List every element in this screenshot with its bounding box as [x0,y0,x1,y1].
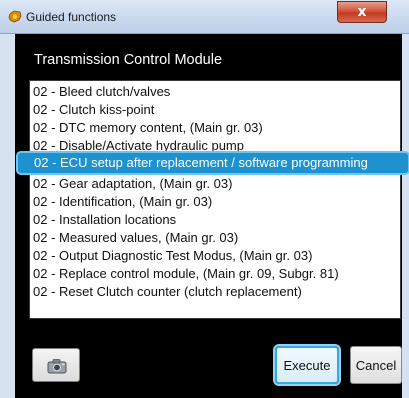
list-item[interactable]: 02 - Clutch kiss-point [32,101,398,119]
list-item[interactable]: 02 - Measured values, (Main gr. 03) [32,229,398,247]
camera-icon [47,358,67,374]
window-frame-right [402,34,409,398]
list-item[interactable]: 02 - Output Diagnostic Test Modus, (Main… [32,247,398,265]
list-item[interactable]: 02 - DTC memory content, (Main gr. 03) [32,119,398,137]
list-item[interactable]: 02 - Installation locations [32,211,398,229]
list-item[interactable]: 02 - Reset Clutch counter (clutch replac… [32,283,398,301]
close-button[interactable]: x [337,1,387,23]
list-item-selected[interactable]: 02 - ECU setup after replacement / softw… [18,153,408,173]
close-icon: x [357,4,367,20]
list-item[interactable]: 02 - Identification, (Main gr. 03) [32,193,398,211]
cancel-button[interactable]: Cancel [350,346,402,384]
app-icon [8,10,22,23]
screenshot-button[interactable] [32,348,80,382]
window-frame-left [0,34,15,398]
window-title: Guided functions [26,10,117,24]
dialog-header: Transmission Control Module [15,34,402,80]
module-title: Transmission Control Module [34,52,223,68]
execute-button[interactable]: Execute [275,346,339,384]
guided-functions-window: Guided functions x Transmission Control … [0,0,409,398]
list-item[interactable]: 02 - Bleed clutch/valves [32,83,398,101]
list-item[interactable]: 02 - Replace control module, (Main gr. 0… [32,265,398,283]
functions-list[interactable]: 02 - Bleed clutch/valves 02 - Clutch kiss… [18,80,408,319]
list-item[interactable]: 02 - Gear adaptation, (Main gr. 03) [32,175,398,193]
title-bar[interactable]: Guided functions x [0,0,409,34]
